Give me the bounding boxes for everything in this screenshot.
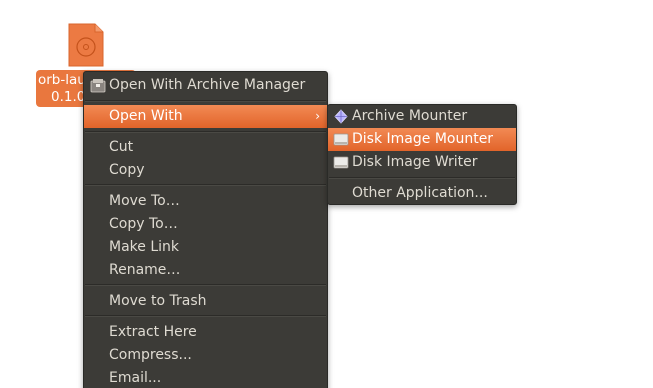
menu-separator — [85, 184, 326, 186]
submenu-item-disk-image-writer[interactable]: Disk Image Writer — [328, 151, 516, 174]
disc-image-file-icon[interactable] — [67, 22, 105, 68]
submenu-item-label: Disk Image Writer — [352, 154, 478, 170]
menu-item-cut[interactable]: Cut — [84, 136, 327, 159]
submenu-item-disk-image-mounter[interactable]: Disk Image Mounter — [328, 128, 516, 151]
menu-item-label: Extract Here — [109, 324, 197, 340]
menu-item-compress[interactable]: Compress... — [84, 344, 327, 367]
open-with-submenu: Archive Mounter Disk Image Mounter Disk … — [327, 104, 517, 205]
menu-separator — [85, 284, 326, 286]
menu-item-label: Copy — [109, 162, 145, 178]
submenu-item-label: Archive Mounter — [352, 108, 468, 124]
menu-item-move-to[interactable]: Move To… — [84, 190, 327, 213]
menu-separator — [85, 100, 326, 102]
menu-separator — [85, 315, 326, 317]
menu-item-label: Open With Archive Manager — [109, 77, 306, 93]
menu-item-move-to-trash[interactable]: Move to Trash — [84, 290, 327, 313]
menu-separator — [329, 177, 515, 179]
menu-item-email[interactable]: Email... — [84, 367, 327, 388]
menu-item-label: Cut — [109, 139, 134, 155]
menu-item-label: Compress... — [109, 347, 192, 363]
chevron-right-icon: › — [315, 109, 320, 123]
menu-item-label: Make Link — [109, 239, 179, 255]
menu-item-open-with-archive-manager[interactable]: Open With Archive Manager — [84, 74, 327, 97]
archive-manager-icon — [90, 78, 106, 93]
menu-item-label: Move to Trash — [109, 293, 207, 309]
submenu-item-other-application[interactable]: Other Application... — [328, 182, 516, 205]
submenu-item-label: Disk Image Mounter — [352, 131, 494, 147]
desktop: orb-lau 0.1.0 Open With Archive Manager … — [0, 0, 653, 388]
submenu-item-archive-mounter[interactable]: Archive Mounter — [328, 105, 516, 128]
menu-item-label: Rename… — [109, 262, 181, 278]
menu-item-copy[interactable]: Copy — [84, 159, 327, 182]
disk-image-writer-icon — [333, 155, 349, 170]
menu-item-label: Copy To… — [109, 216, 178, 232]
menu-item-make-link[interactable]: Make Link — [84, 236, 327, 259]
submenu-item-label: Other Application... — [352, 185, 488, 201]
menu-item-open-with[interactable]: Open With › — [84, 105, 327, 128]
menu-item-extract-here[interactable]: Extract Here — [84, 321, 327, 344]
context-menu: Open With Archive Manager Open With › Cu… — [83, 71, 328, 388]
menu-item-label: Move To… — [109, 193, 180, 209]
menu-separator — [85, 131, 326, 133]
disk-image-mounter-icon — [333, 132, 349, 147]
menu-item-label: Email... — [109, 370, 162, 386]
menu-item-rename[interactable]: Rename… — [84, 259, 327, 282]
archive-mounter-icon — [333, 109, 349, 124]
menu-item-label: Open With — [109, 108, 183, 124]
menu-item-copy-to[interactable]: Copy To… — [84, 213, 327, 236]
